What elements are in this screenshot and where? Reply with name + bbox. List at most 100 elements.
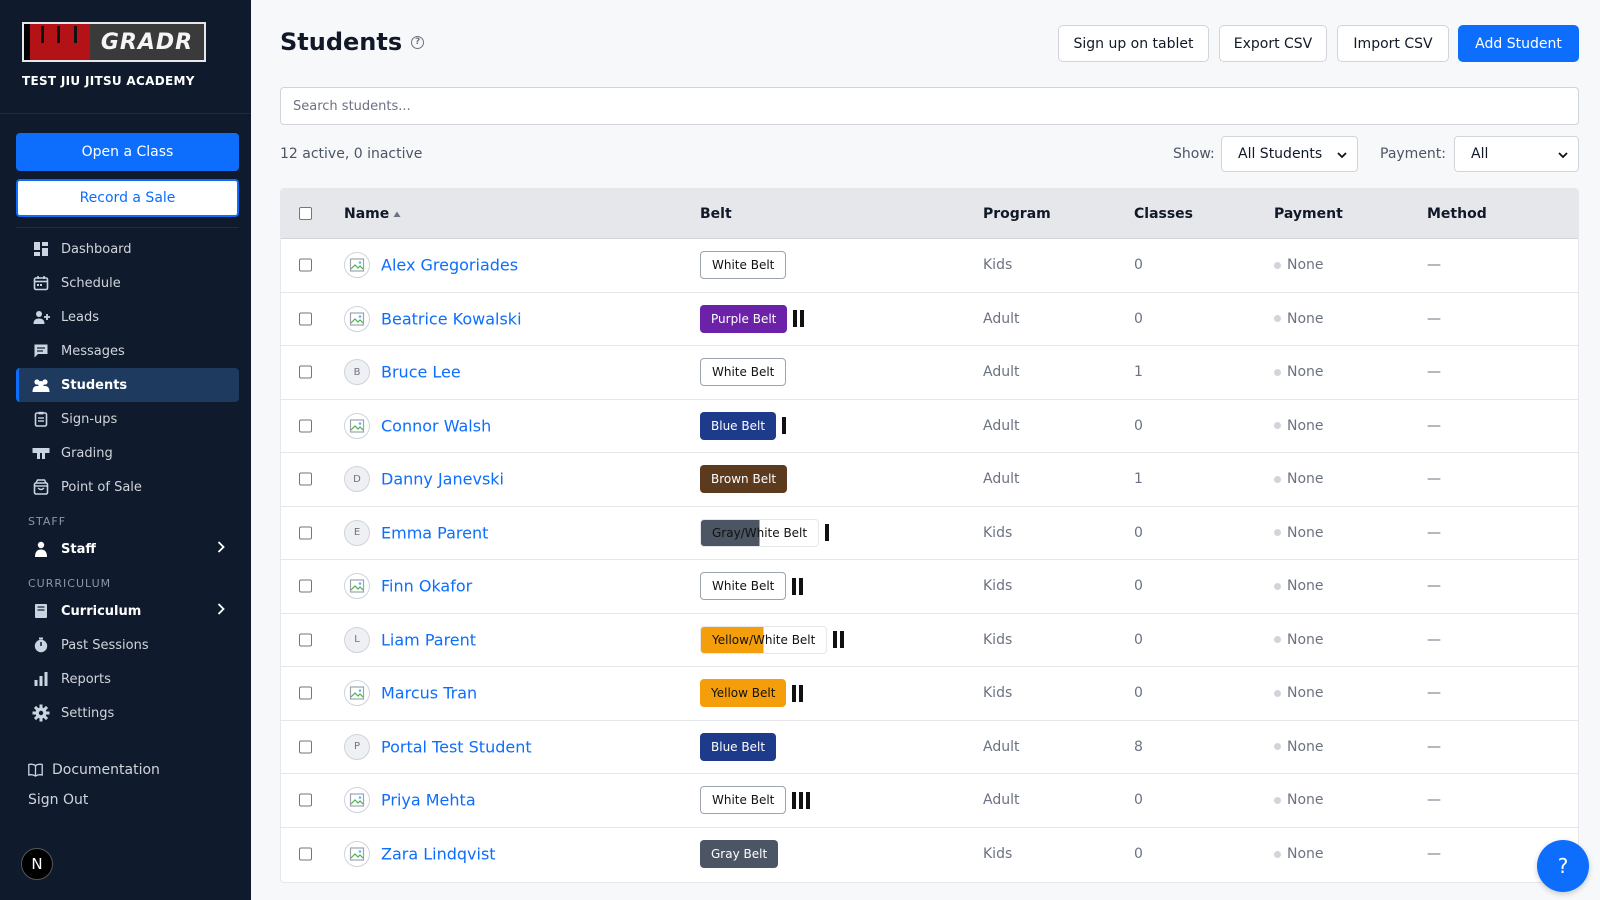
student-name-link[interactable]: Finn Okafor (381, 577, 472, 596)
record-sale-button[interactable]: Record a Sale (16, 179, 239, 217)
column-header-payment[interactable]: Payment (1274, 206, 1343, 222)
table-row[interactable]: E Emma Parent Gray/White Belt Kids 0 None — (281, 507, 1578, 560)
main-content: Students ? Sign up on tablet Export CSV … (251, 0, 1600, 900)
payment-filter-select[interactable]: All (1454, 136, 1579, 172)
column-header-program[interactable]: Program (983, 206, 1051, 222)
row-checkbox[interactable] (299, 633, 312, 647)
method-cell: — (1427, 524, 1441, 541)
search-input[interactable]: Search students... (280, 87, 1579, 125)
belt-badge: Purple Belt (700, 304, 788, 333)
student-name-link[interactable]: Alex Gregoriades (381, 256, 518, 275)
row-checkbox[interactable] (299, 258, 312, 272)
sidebar-item-leads[interactable]: Leads (16, 300, 239, 334)
broken-image-icon (344, 680, 370, 707)
column-header-name[interactable]: Name (344, 206, 401, 222)
program-cell: Kids (983, 578, 1013, 595)
row-checkbox[interactable] (299, 365, 312, 379)
row-checkbox[interactable] (299, 579, 312, 593)
classes-cell: 0 (1134, 792, 1143, 809)
row-checkbox[interactable] (299, 847, 312, 861)
help-circle-icon[interactable]: ? (411, 35, 425, 49)
table-row[interactable]: L Liam Parent Yellow/White Belt Kids 0 None — (281, 614, 1578, 667)
sign-up-tablet-button[interactable]: Sign up on tablet (1058, 25, 1209, 62)
row-checkbox[interactable] (299, 793, 312, 807)
student-name-link[interactable]: Portal Test Student (381, 737, 532, 756)
stripe-mark (792, 577, 797, 595)
open-class-button[interactable]: Open a Class (16, 133, 239, 171)
sidebar-item-past-sessions[interactable]: Past Sessions (16, 628, 239, 662)
sort-asc-icon (393, 210, 401, 218)
sign-out-link[interactable]: Sign Out (28, 792, 88, 808)
belt-badge: White Belt (700, 786, 787, 815)
table-row[interactable]: Alex Gregoriades White Belt Kids 0 None — (281, 239, 1578, 293)
payment-cell: None (1274, 846, 1324, 862)
sidebar-item-messages[interactable]: Messages (16, 334, 239, 368)
belt-cell: Gray/White Belt (700, 518, 832, 547)
sidebar-item-reports[interactable]: Reports (16, 662, 239, 696)
classes-cell: 1 (1134, 471, 1143, 488)
table-row[interactable]: B Bruce Lee White Belt Adult 1 None — (281, 346, 1578, 400)
student-name-link[interactable]: Marcus Tran (381, 684, 477, 703)
student-name-link[interactable]: Liam Parent (381, 630, 476, 649)
sidebar-item-staff[interactable]: Staff (16, 532, 239, 566)
sidebar-item-signups[interactable]: Sign-ups (16, 402, 239, 436)
dashboard-icon (32, 240, 50, 258)
column-header-method[interactable]: Method (1427, 206, 1487, 222)
student-name-link[interactable]: Danny Janevski (381, 470, 504, 489)
table-row[interactable]: Priya Mehta White Belt Adult 0 None — (281, 774, 1578, 828)
table-row[interactable]: P Portal Test Student Blue Belt Adult 8 None — (281, 721, 1578, 774)
chevron-down-icon (1337, 148, 1347, 164)
belt-cell: Yellow Belt (700, 679, 806, 708)
row-checkbox[interactable] (299, 312, 312, 326)
belt-stripes (825, 524, 832, 542)
sidebar-item-curriculum[interactable]: Curriculum (16, 594, 239, 628)
column-header-classes[interactable]: Classes (1134, 206, 1193, 222)
sidebar-item-students[interactable]: Students (16, 368, 239, 402)
student-name-link[interactable]: Emma Parent (381, 523, 488, 542)
payment-cell: None (1274, 525, 1324, 541)
method-cell: — (1427, 257, 1441, 274)
sidebar-item-point-of-sale[interactable]: Point of Sale (16, 470, 239, 504)
row-checkbox[interactable] (299, 526, 312, 540)
status-dot (1274, 315, 1281, 323)
table-row[interactable]: Beatrice Kowalski Purple Belt Adult 0 None — (281, 293, 1578, 346)
table-row[interactable]: Marcus Tran Yellow Belt Kids 0 None — (281, 667, 1578, 721)
user-avatar[interactable]: N (21, 848, 53, 880)
status-dot (1274, 743, 1281, 751)
show-filter-select[interactable]: All Students (1221, 136, 1358, 172)
sidebar-item-schedule[interactable]: Schedule (16, 266, 239, 300)
sidebar-item-dashboard[interactable]: Dashboard (16, 232, 239, 266)
sidebar-item-settings[interactable]: Settings (16, 696, 239, 730)
table-row[interactable]: D Danny Janevski Brown Belt Adult 1 None — (281, 453, 1578, 507)
row-checkbox[interactable] (299, 472, 312, 486)
documentation-label: Documentation (52, 762, 160, 778)
table-row[interactable]: Connor Walsh Blue Belt Adult 0 None — (281, 400, 1578, 453)
student-name-link[interactable]: Beatrice Kowalski (381, 309, 522, 328)
add-student-button[interactable]: Add Student (1458, 25, 1579, 62)
import-csv-button[interactable]: Import CSV (1337, 25, 1449, 62)
belt-badge: Gray Belt (700, 840, 779, 869)
student-name-link[interactable]: Bruce Lee (381, 363, 461, 382)
student-name-link[interactable]: Zara Lindqvist (381, 845, 496, 864)
student-name-link[interactable]: Connor Walsh (381, 416, 491, 435)
belt-badge: Yellow Belt (700, 679, 787, 708)
documentation-link[interactable]: Documentation (28, 762, 160, 778)
table-row[interactable]: Finn Okafor White Belt Kids 0 None — (281, 560, 1578, 614)
belt-cell: Gray Belt (700, 840, 779, 869)
select-all-checkbox[interactable] (299, 207, 312, 220)
help-chat-button[interactable]: ? (1537, 840, 1589, 892)
table-header: Name Belt Program Classes Payment Method (281, 189, 1578, 239)
gradr-logo[interactable]: GRADR (22, 22, 206, 62)
row-checkbox[interactable] (299, 419, 312, 433)
table-row[interactable]: Zara Lindqvist Gray Belt Kids 0 None — (281, 828, 1578, 882)
export-csv-button[interactable]: Export CSV (1219, 25, 1327, 62)
payment-status: None (1287, 364, 1324, 381)
sidebar-item-label: Schedule (61, 275, 121, 291)
student-name-link[interactable]: Priya Mehta (381, 791, 476, 810)
payment-filter-value: All (1471, 146, 1489, 162)
row-checkbox[interactable] (299, 740, 312, 754)
row-checkbox[interactable] (299, 686, 312, 700)
sidebar-item-grading[interactable]: Grading (16, 436, 239, 470)
column-header-belt[interactable]: Belt (700, 206, 732, 222)
show-filter-value: All Students (1238, 146, 1323, 162)
